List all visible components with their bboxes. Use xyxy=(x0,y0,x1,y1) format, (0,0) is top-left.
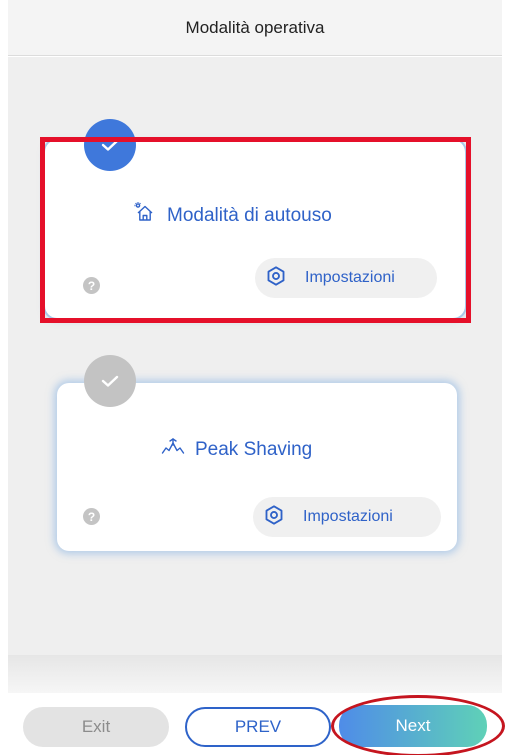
settings-button[interactable]: Impostazioni xyxy=(255,258,437,298)
peak-shaving-icon xyxy=(161,437,185,463)
settings-label: Impostazioni xyxy=(303,508,393,525)
gear-icon xyxy=(263,504,285,531)
mode-card-peak-shaving[interactable]: Peak Shaving ? Impostazioni xyxy=(57,383,457,551)
page-title: Modalità operativa xyxy=(185,17,325,37)
help-icon[interactable]: ? xyxy=(83,508,100,525)
mode-title-label: Modalità di autouso xyxy=(167,205,332,226)
mode-title-peak-shaving: Peak Shaving xyxy=(161,437,312,463)
selected-check-icon[interactable] xyxy=(84,119,136,171)
mode-title-label: Peak Shaving xyxy=(195,439,313,460)
bottom-divider xyxy=(8,655,502,693)
gear-icon xyxy=(265,265,287,292)
exit-button[interactable]: Exit xyxy=(23,707,169,747)
settings-button[interactable]: Impostazioni xyxy=(253,497,441,537)
unselected-check-icon[interactable] xyxy=(84,355,136,407)
settings-label: Impostazioni xyxy=(305,269,395,286)
home-sun-icon xyxy=(133,201,157,231)
help-icon[interactable]: ? xyxy=(83,277,100,294)
top-header: Modalità operativa xyxy=(8,0,502,56)
mode-title-self-consumption: Modalità di autouso xyxy=(133,201,332,231)
prev-button[interactable]: PREV xyxy=(185,707,331,747)
next-button[interactable]: Next xyxy=(339,705,487,747)
